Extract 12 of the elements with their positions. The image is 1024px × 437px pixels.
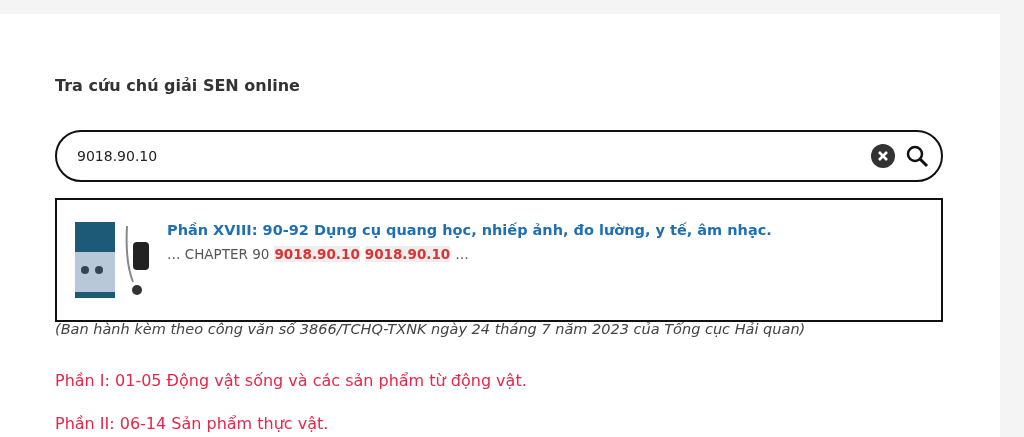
search-field[interactable]: 9018.90.10 bbox=[55, 130, 943, 182]
snippet-text: … CHAPTER 90 bbox=[167, 246, 270, 262]
section-link[interactable]: Phần I: 01-05 Động vật sống và các sản phẩm từ động vật. bbox=[55, 371, 1000, 390]
page-heading: Tra cứu chú giải SEN online bbox=[55, 75, 301, 97]
highlighted-match: 9018.90.10 bbox=[364, 246, 451, 262]
note-text: (Ban hành kèm theo công văn số 3866/TCHQ-TXNK ngày 24 tháng 7 năm 2023 của Tổng cục Hải quan) bbox=[55, 321, 807, 337]
clear-icon[interactable] bbox=[871, 144, 895, 168]
result-title-link[interactable]: Phần XVIII: 90-92 Dụng cụ quang học, nhiếp ảnh, đo lường, y tế, âm nhạc. bbox=[167, 222, 772, 238]
snippet-text: … bbox=[455, 246, 469, 262]
highlighted-match: 9018.90.10 bbox=[274, 246, 360, 262]
search-icon[interactable] bbox=[905, 144, 929, 168]
section-link[interactable]: Phần II: 06-14 Sản phẩm thực vật. bbox=[55, 414, 1000, 433]
